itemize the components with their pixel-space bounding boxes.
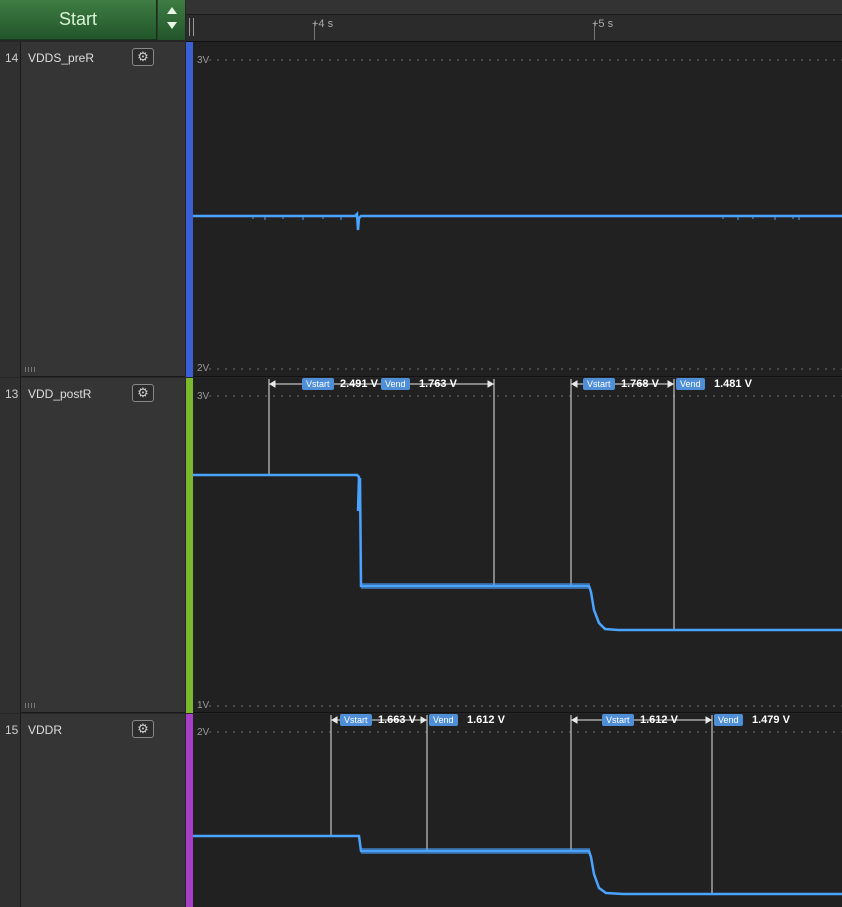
- channel-number-cell: 15: [0, 714, 21, 907]
- waveform-trace: [193, 211, 842, 231]
- channel-color-bar: [186, 378, 193, 713]
- waveform-plot[interactable]: 3V 2V: [193, 42, 842, 377]
- vend-value: 1.479 V: [752, 714, 790, 726]
- channel-settings-gear-icon[interactable]: ⚙: [132, 720, 154, 738]
- axis-top-label: 2V: [197, 727, 210, 738]
- vend-tag: Vend: [676, 378, 705, 390]
- channel-color-bar: [186, 42, 193, 377]
- channel-row-vdds-prer: 14 VDDS_preR ⚙ 3V 2V: [0, 42, 842, 377]
- waveform-trace: [193, 473, 842, 632]
- row-resize-grip-icon[interactable]: [25, 703, 37, 708]
- axis-bottom-label: 2V: [197, 363, 210, 374]
- channel-name: VDDS_preR: [28, 51, 95, 65]
- channel-name: VDD_postR: [28, 387, 92, 401]
- waveform-trace: [193, 834, 842, 896]
- vend-tag: Vend: [381, 378, 410, 390]
- measurement-brackets: [330, 715, 713, 894]
- waveform-plot[interactable]: 2V Vstart 1.663 V Vend 1.612 V Vstart 1.…: [193, 714, 842, 907]
- vend-value: 1.481 V: [714, 378, 752, 390]
- channel-color-bar: [186, 714, 193, 907]
- channel-number-cell: 13: [0, 378, 21, 713]
- vstart-value: 1.612 V: [640, 714, 678, 726]
- vstart-value: 1.663 V: [378, 714, 416, 726]
- vstart-tag: Vstart: [340, 714, 372, 726]
- channel-number: 14: [5, 51, 19, 65]
- time-ruler[interactable]: +4 s +5 s: [186, 0, 842, 42]
- start-stepper[interactable]: [157, 0, 185, 40]
- waveform-plot[interactable]: 3V 1V Vstart 2.491 V Vend 1.763 V Vstart…: [193, 378, 842, 713]
- chevron-down-icon[interactable]: [167, 22, 177, 29]
- channel-label-panel[interactable]: VDD_postR ⚙: [21, 378, 185, 713]
- channel-row-vdd-postr: 13 VDD_postR ⚙ 3V 1V Vstart 2.491 V Vend…: [0, 378, 842, 713]
- channel-label-panel[interactable]: VDDS_preR ⚙: [21, 42, 185, 377]
- ruler-tick-label: +4 s: [312, 18, 334, 30]
- vstart-tag: Vstart: [583, 378, 615, 390]
- chevron-up-icon[interactable]: [167, 7, 177, 14]
- waveform-noise-band: [361, 583, 590, 589]
- vstart-value: 2.491 V: [340, 378, 378, 390]
- ruler-grip-icon[interactable]: [189, 18, 194, 36]
- axis-top-label: 3V: [197, 55, 210, 66]
- waveform-svg: [193, 715, 842, 896]
- start-button[interactable]: Start: [0, 0, 156, 40]
- channel-settings-gear-icon[interactable]: ⚙: [132, 384, 154, 402]
- channel-number-cell: 14: [0, 42, 21, 377]
- vend-value: 1.612 V: [467, 714, 505, 726]
- vstart-tag: Vstart: [602, 714, 634, 726]
- waveform-svg: [193, 379, 842, 707]
- waveform-svg: [193, 59, 842, 370]
- channel-settings-gear-icon[interactable]: ⚙: [132, 48, 154, 66]
- timeline-scrollbar[interactable]: [186, 0, 842, 15]
- axis-top-label: 3V: [197, 391, 210, 402]
- channel-row-vddr: 15 VDDR ⚙ 2V Vstart 1.663 V Vend 1.612 V…: [0, 714, 842, 907]
- ruler-tick-label: +5 s: [592, 18, 614, 30]
- channel-label-panel[interactable]: VDDR ⚙: [21, 714, 185, 907]
- axis-bottom-label: 1V: [197, 700, 210, 711]
- measurement-brackets: [268, 379, 675, 631]
- waveform-noise-band: [361, 848, 590, 854]
- channel-number: 13: [5, 387, 19, 401]
- vend-value: 1.763 V: [419, 378, 457, 390]
- vstart-value: 1.768 V: [621, 378, 659, 390]
- channel-number: 15: [5, 723, 19, 737]
- vstart-tag: Vstart: [302, 378, 334, 390]
- row-resize-grip-icon[interactable]: [25, 367, 37, 372]
- channel-name: VDDR: [28, 723, 63, 737]
- vend-tag: Vend: [714, 714, 743, 726]
- vend-tag: Vend: [429, 714, 458, 726]
